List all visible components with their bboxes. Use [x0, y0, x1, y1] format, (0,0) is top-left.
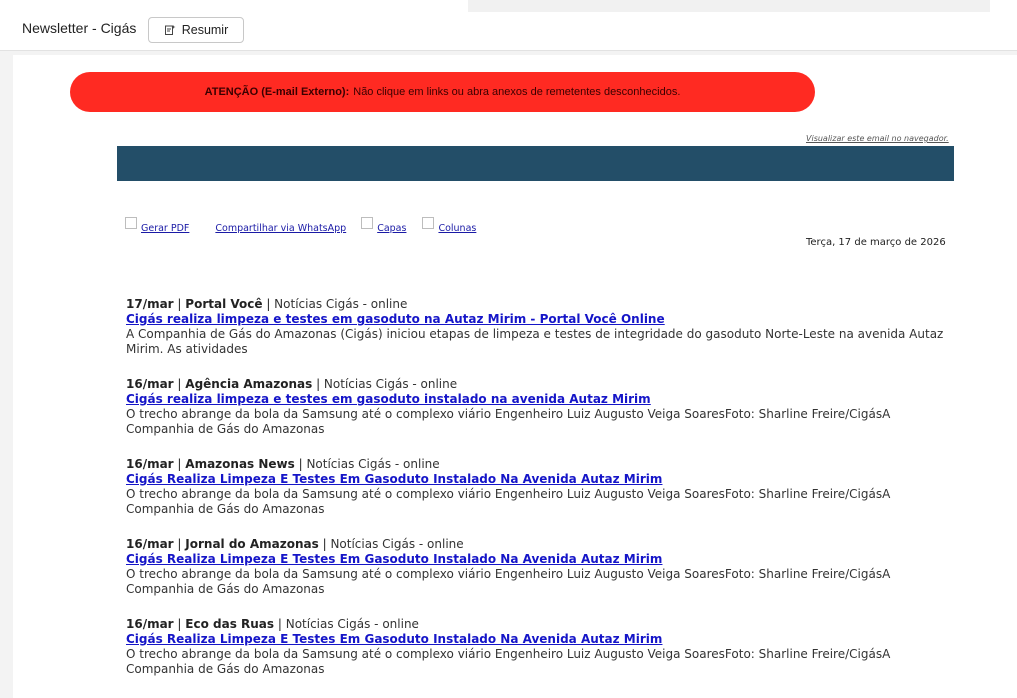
news-meta: 16/mar | Jornal do Amazonas | Notícias C…: [126, 537, 464, 551]
newsletter-tools: Gerar PDF Compartilhar via WhatsApp Capa…: [125, 217, 476, 236]
news-item: 16/mar | Jornal do Amazonas | Notícias C…: [126, 537, 946, 597]
news-item: 17/mar | Portal Você | Notícias Cigás - …: [126, 297, 946, 357]
warning-text: Não clique em links ou abra anexos de re…: [353, 86, 681, 98]
summarize-icon: [164, 24, 176, 36]
news-title-link[interactable]: Cigás Realiza Limpeza E Testes Em Gasodu…: [126, 472, 662, 486]
email-body: ATENÇÃO (E-mail Externo): Não clique em …: [13, 55, 1017, 698]
news-excerpt: O trecho abrange da bola da Samsung até …: [126, 647, 891, 676]
news-excerpt: A Companhia de Gás do Amazonas (Cigás) i…: [126, 327, 944, 356]
email-header-bar: Newsletter - Cigás Resumir: [0, 0, 1017, 51]
news-title-link[interactable]: Cigás realiza limpeza e testes em gasodu…: [126, 392, 651, 406]
header-faint-strip: [468, 0, 990, 12]
summarize-button[interactable]: Resumir: [148, 17, 244, 43]
news-title-link[interactable]: Cigás Realiza Limpeza E Testes Em Gasodu…: [126, 552, 662, 566]
news-item: 16/mar | Eco das Ruas | Notícias Cigás -…: [126, 617, 946, 677]
view-in-browser-link[interactable]: Visualizar este email no navegador.: [806, 134, 949, 143]
news-item: 16/mar | Agência Amazonas | Notícias Cig…: [126, 377, 946, 437]
pdf-icon: [125, 217, 137, 229]
email-subject: Newsletter - Cigás: [22, 20, 137, 36]
news-meta: 17/mar | Portal Você | Notícias Cigás - …: [126, 297, 408, 311]
summarize-label: Resumir: [181, 23, 229, 37]
warning-title: ATENÇÃO (E-mail Externo):: [204, 86, 350, 98]
news-meta: 16/mar | Agência Amazonas | Notícias Cig…: [126, 377, 458, 391]
capas-icon: [361, 217, 374, 229]
news-title-link[interactable]: Cigás Realiza Limpeza E Testes Em Gasodu…: [126, 632, 662, 646]
news-item: 16/mar | Amazonas News | Notícias Cigás …: [126, 457, 946, 517]
news-excerpt: O trecho abrange da bola da Samsung até …: [126, 407, 891, 436]
generate-pdf-link[interactable]: Gerar PDF: [125, 217, 189, 236]
newsletter-date: Terça, 17 de março de 2026: [806, 237, 946, 248]
capas-link[interactable]: Capas: [361, 217, 406, 236]
external-email-warning: ATENÇÃO (E-mail Externo): Não clique em …: [70, 72, 815, 112]
news-meta: 16/mar | Amazonas News | Notícias Cigás …: [126, 457, 440, 471]
news-excerpt: O trecho abrange da bola da Samsung até …: [126, 567, 891, 596]
newsletter-banner: [117, 146, 954, 181]
news-list: 17/mar | Portal Você | Notícias Cigás - …: [126, 297, 946, 697]
share-whatsapp-link[interactable]: Compartilhar via WhatsApp: [215, 221, 346, 236]
news-excerpt: O trecho abrange da bola da Samsung até …: [126, 487, 891, 516]
news-title-link[interactable]: Cigás realiza limpeza e testes em gasodu…: [126, 312, 665, 326]
news-meta: 16/mar | Eco das Ruas | Notícias Cigás -…: [126, 617, 419, 631]
colunas-link[interactable]: Colunas: [422, 217, 476, 236]
colunas-icon: [422, 217, 435, 229]
